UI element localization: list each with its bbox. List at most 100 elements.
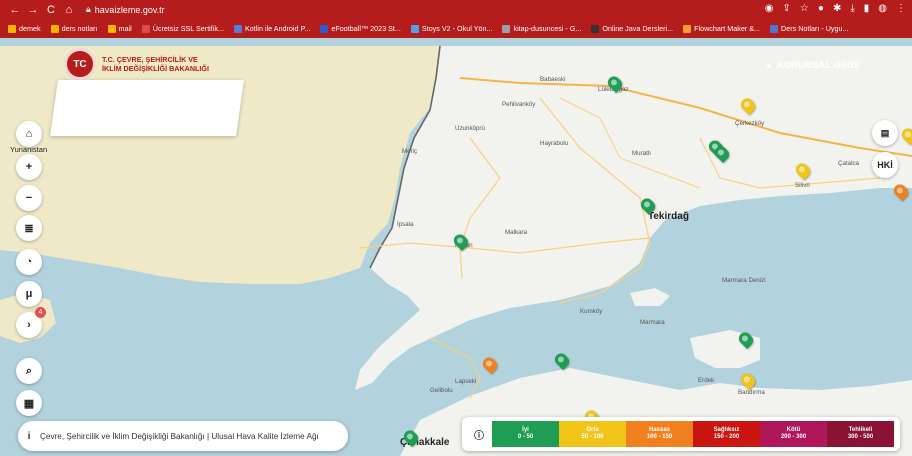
reload-icon[interactable]: C (44, 4, 58, 16)
calendar-icon: ▤ (880, 127, 890, 138)
footer-info-bar[interactable]: i Çevre, Şehircilik ve İklim Değişikliği… (18, 421, 348, 451)
profile-icon[interactable]: ◍ (878, 3, 887, 14)
bookmark-label: Ders Notları - Uygu... (781, 24, 849, 33)
bookmark-icon (8, 24, 16, 33)
back-icon[interactable]: ← (8, 4, 22, 16)
puzzle-icon[interactable]: ✱ (833, 3, 841, 14)
sidepanel-icon[interactable]: ▮ (864, 3, 870, 14)
place-label: Marmara Denizi (722, 277, 766, 284)
legend-range: 200 - 300 (780, 434, 807, 440)
chrome-icon[interactable]: ◉ (765, 3, 774, 14)
bookmark-icon (107, 24, 116, 33)
layers-button[interactable]: ◔ (16, 249, 42, 275)
list-icon: ≣ (24, 222, 34, 235)
legend-range: 150 - 200 (713, 434, 740, 440)
place-label: Uzunköprü (455, 125, 485, 132)
bookmark-item[interactable]: Ücretsiz SSL Sertifik... (141, 24, 224, 33)
bookmark-icon (50, 24, 59, 33)
mu-button[interactable]: μ (16, 281, 42, 307)
zoom-in-button[interactable]: + (16, 154, 42, 180)
plus-icon: + (25, 161, 33, 173)
legend-item: Tehlikeli 300 - 500 (827, 421, 894, 447)
star-icon[interactable]: ☆ (800, 3, 809, 14)
zoom-out-button[interactable]: − (16, 185, 42, 211)
city-label-tekirdag: Tekirdağ (648, 211, 689, 222)
forward-icon[interactable]: → (26, 4, 40, 16)
extension-icon[interactable]: ● (818, 3, 824, 14)
place-label: İpsala (397, 221, 414, 228)
place-label: Silivri (795, 182, 810, 189)
list-button[interactable]: ≣ (16, 215, 42, 241)
logo-line2: İKLİM DEĞİŞİKLİĞİ BAKANLIĞI (102, 64, 210, 73)
bookmark-label: Stoys V2 - Okul Yön... (421, 24, 493, 33)
home-icon[interactable]: ⌂ (62, 4, 76, 16)
bookmark-label: kitap-dusuncesi - G... (513, 24, 582, 33)
footer-text: Çevre, Şehircilik ve İklim Değişikliği B… (40, 431, 319, 441)
menu-icon[interactable]: ⋮ (896, 3, 906, 14)
bookmark-label: Flowchart Maker &... (694, 24, 761, 33)
bookmark-item[interactable]: Online Java Dersleri... (591, 24, 673, 33)
bookmark-item[interactable]: eFootball™ 2023 St... (320, 24, 401, 33)
hki-label: HKİ (877, 160, 893, 170)
legend-label: Hassas (648, 427, 671, 433)
legend-label: Orta (586, 427, 599, 433)
place-label: Meriç (402, 148, 418, 155)
legend-item: Orta 50 - 100 (559, 421, 626, 447)
bookmark-item[interactable]: demek (8, 24, 41, 33)
kurumsal-giris-link[interactable]: ▲ KURUMSAL GİRİŞ (764, 60, 860, 70)
legend-label: Kötü (786, 427, 801, 433)
place-label: Erdek (698, 377, 715, 384)
place-label: Lapseki (455, 378, 477, 385)
browser-toolbar: ← → C ⌂ 🔒︎ havaizleme.gov.tr ◉ ⇪ ☆ ● ✱ ⤓… (0, 0, 912, 19)
share-icon[interactable]: ⇪ (783, 3, 791, 14)
legend-info-icon[interactable]: ⓘ (466, 427, 492, 442)
calendar-button[interactable]: ▤ (872, 120, 898, 146)
browser-chrome: ← → C ⌂ 🔒︎ havaizleme.gov.tr ◉ ⇪ ☆ ● ✱ ⤓… (0, 0, 912, 38)
qr-button[interactable]: ▦ (16, 390, 42, 416)
legend-label: Sağlıksız (713, 427, 740, 433)
download-icon[interactable]: ⤓ (850, 3, 854, 14)
bookmark-item[interactable]: Ders Notları - Uygu... (770, 24, 849, 33)
legend-item: Sağlıksız 150 - 200 (693, 421, 760, 447)
bookmark-label: Ücretsiz SSL Sertifik... (152, 24, 224, 33)
legend-range: 50 - 100 (581, 434, 604, 440)
qr-code-icon: ▦ (23, 397, 35, 410)
pie-chart-icon: ◔ (25, 256, 33, 268)
kurumsal-label: KURUMSAL GİRİŞ (777, 60, 860, 70)
ministry-seal-icon: TC (64, 48, 96, 80)
legend-range: 0 - 50 (517, 434, 534, 440)
bookmark-icon (141, 24, 150, 33)
legend-item: İyi 0 - 50 (492, 421, 559, 447)
logo-card (50, 80, 244, 136)
bookmark-item[interactable]: ders notları (50, 24, 98, 33)
place-label: Bandırma (738, 389, 765, 396)
bookmark-item[interactable]: Flowchart Maker &... (683, 24, 760, 33)
place-label: Muratlı (632, 150, 651, 157)
home-view-button[interactable]: ⌂ (16, 121, 42, 147)
bookmark-icon (320, 24, 329, 33)
bookmark-item[interactable]: Kotlin ile Android P... (233, 24, 310, 33)
place-label: Pehlivanköy (502, 101, 536, 108)
place-label: Hayrabolu (540, 140, 569, 147)
info-icon: i (27, 430, 31, 442)
bookmark-icon (502, 24, 511, 33)
place-label: Babaeski (540, 76, 566, 83)
minus-icon: − (25, 192, 33, 204)
url-text: havaizleme.gov.tr (94, 4, 165, 15)
legend-label: Tehlikeli (848, 427, 873, 433)
legend-range: 300 - 500 (847, 434, 874, 440)
bookmark-icon (410, 24, 419, 33)
ministry-logo[interactable]: TC T.C. ÇEVRE, ŞEHİRCİLİK VE İKLİM DEĞİŞ… (64, 48, 209, 80)
bookmark-item[interactable]: mail (107, 24, 132, 33)
hki-button[interactable]: HKİ (872, 152, 898, 178)
place-label: Çerkezköy (735, 120, 765, 127)
bookmark-item[interactable]: Stoys V2 - Okul Yön... (410, 24, 493, 33)
address-bar[interactable]: 🔒︎ havaizleme.gov.tr (86, 4, 165, 15)
search-button[interactable]: ⌕ (16, 358, 42, 384)
legend-label: İyi (522, 427, 529, 433)
lock-icon: 🔒︎ (86, 4, 91, 14)
browser-actions: ◉ ⇪ ☆ ● ✱ ⤓ ▮ ◍ ⋮ (765, 3, 906, 14)
user-icon: ▲ (764, 60, 774, 70)
bookmark-item[interactable]: kitap-dusuncesi - G... (502, 24, 581, 33)
search-icon: ⌕ (25, 364, 33, 377)
